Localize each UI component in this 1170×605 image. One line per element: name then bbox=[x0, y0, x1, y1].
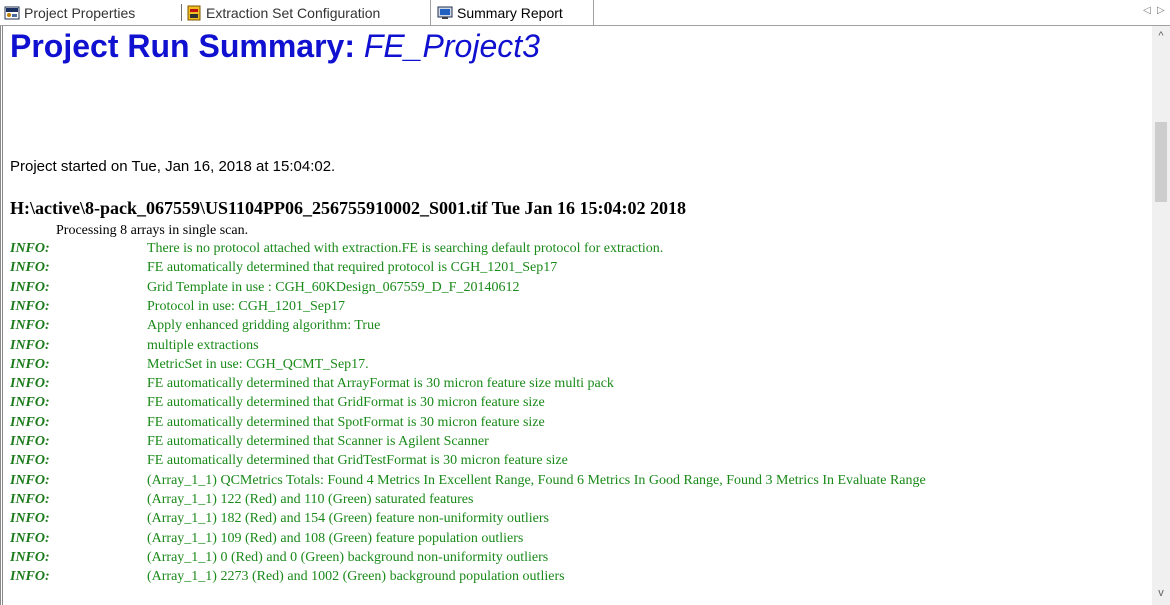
project-properties-icon bbox=[4, 5, 20, 21]
scroll-thumb[interactable] bbox=[1155, 122, 1167, 202]
tab-extraction-set-configuration[interactable]: Extraction Set Configuration bbox=[186, 0, 404, 25]
log-level: INFO: bbox=[10, 280, 50, 295]
log-message: MetricSet in use: CGH_QCMT_Sep17. bbox=[147, 357, 369, 372]
log-level: INFO: bbox=[10, 299, 50, 314]
log-message: Protocol in use: CGH_1201_Sep17 bbox=[147, 299, 345, 314]
log-level: INFO: bbox=[10, 338, 50, 353]
tab-project-properties-label: Project Properties bbox=[24, 4, 136, 21]
log-level: INFO: bbox=[10, 550, 50, 565]
project-started-text: Project started on Tue, Jan 16, 2018 at … bbox=[10, 158, 336, 175]
log-message: FE automatically determined that GridTes… bbox=[147, 453, 568, 468]
log-level: INFO: bbox=[10, 473, 50, 488]
tab-scroll-right-icon[interactable]: ▷ bbox=[1157, 5, 1165, 16]
scroll-down-icon[interactable]: v bbox=[1152, 587, 1170, 603]
scan-file-header: H:\active\8-pack_067559\US1104PP06_25675… bbox=[10, 198, 687, 218]
log-message: (Array_1_1) 182 (Red) and 154 (Green) fe… bbox=[147, 511, 549, 526]
tab-extraction-set-label: Extraction Set Configuration bbox=[206, 4, 381, 21]
title-prefix: Project Run Summary: bbox=[10, 28, 364, 64]
log-message: There is no protocol attached with extra… bbox=[147, 241, 664, 256]
log-message: FE automatically determined that require… bbox=[147, 260, 558, 275]
content-frame-edge bbox=[0, 26, 3, 605]
log-message: FE automatically determined that ArrayFo… bbox=[147, 376, 614, 391]
log-message: (Array_1_1) QCMetrics Totals: Found 4 Me… bbox=[147, 473, 926, 488]
log-level: INFO: bbox=[10, 511, 50, 526]
tab-project-properties[interactable]: Project Properties bbox=[4, 0, 176, 25]
tab-strip: Project Properties Extraction Set Config… bbox=[0, 0, 1170, 26]
scroll-up-icon[interactable]: ^ bbox=[1152, 30, 1170, 46]
log-message: Apply enhanced gridding algorithm: True bbox=[147, 318, 381, 333]
page-title: Project Run Summary: FE_Project3 bbox=[10, 26, 540, 66]
summary-report-view[interactable]: Project Run Summary: FE_Project3 Project… bbox=[10, 26, 1148, 605]
tab-summary-report-label: Summary Report bbox=[457, 4, 563, 21]
log-message: (Array_1_1) 0 (Red) and 0 (Green) backgr… bbox=[147, 550, 549, 565]
log-message: FE automatically determined that GridFor… bbox=[147, 395, 545, 410]
tab-scroll-left-icon[interactable]: ◁ bbox=[1143, 5, 1151, 16]
log-message: Grid Template in use : CGH_60KDesign_067… bbox=[147, 280, 520, 295]
log-level: INFO: bbox=[10, 531, 50, 546]
log-level: INFO: bbox=[10, 415, 50, 430]
extraction-set-icon bbox=[186, 5, 202, 21]
log-message: (Array_1_1) 109 (Red) and 108 (Green) fe… bbox=[147, 531, 524, 546]
log-level: INFO: bbox=[10, 241, 50, 256]
tab-divider bbox=[181, 4, 182, 21]
project-name: FE_Project3 bbox=[363, 28, 540, 64]
log-level: INFO: bbox=[10, 569, 50, 584]
log-level: INFO: bbox=[10, 395, 50, 410]
log-level: INFO: bbox=[10, 318, 50, 333]
log-message: FE automatically determined that Scanner… bbox=[147, 434, 489, 449]
log-level: INFO: bbox=[10, 492, 50, 507]
log-level: INFO: bbox=[10, 376, 50, 391]
log-level: INFO: bbox=[10, 453, 50, 468]
log-message: FE automatically determined that SpotFor… bbox=[147, 415, 545, 430]
log-level: INFO: bbox=[10, 357, 50, 372]
summary-report-icon bbox=[437, 5, 453, 21]
processing-text: Processing 8 arrays in single scan. bbox=[56, 223, 249, 238]
vertical-scrollbar[interactable]: ^ v bbox=[1152, 26, 1170, 605]
log-level: INFO: bbox=[10, 260, 50, 275]
tab-summary-report[interactable]: Summary Report bbox=[430, 0, 594, 25]
log-message: (Array_1_1) 2273 (Red) and 1002 (Green) … bbox=[147, 569, 565, 584]
log-message: multiple extractions bbox=[147, 338, 259, 353]
log-level: INFO: bbox=[10, 434, 50, 449]
log-message: (Array_1_1) 122 (Red) and 110 (Green) sa… bbox=[147, 492, 474, 507]
